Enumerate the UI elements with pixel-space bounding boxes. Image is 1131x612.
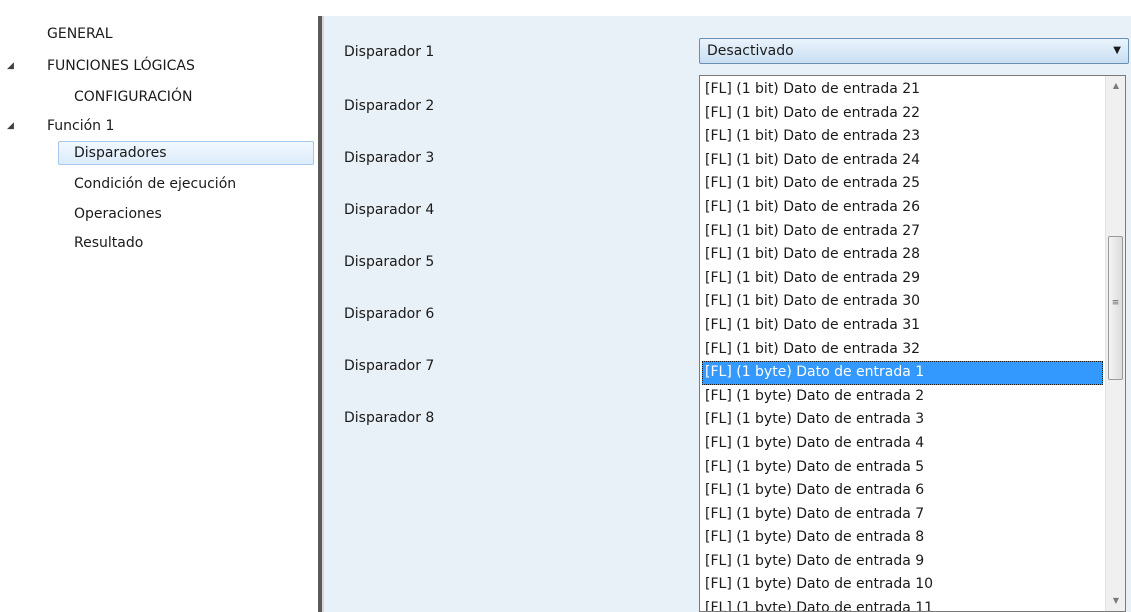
tree-item-label: Función 1 <box>47 118 115 134</box>
scroll-down-icon[interactable]: ▼ <box>1106 593 1125 609</box>
tree-item-label: CONFIGURACIÓN <box>74 89 193 105</box>
dropdown-option[interactable]: [FL] (1 bit) Dato de entrada 31 <box>702 314 1103 338</box>
dropdown-option[interactable]: [FL] (1 bit) Dato de entrada 30 <box>702 290 1103 314</box>
grip-icon: ≡ <box>1111 298 1120 308</box>
dropdown-option[interactable]: [FL] (1 byte) Dato de entrada 6 <box>702 479 1103 503</box>
dropdown-option[interactable]: [FL] (1 bit) Dato de entrada 26 <box>702 196 1103 220</box>
expand-arrow-icon[interactable]: ◢ <box>7 55 14 77</box>
trigger-label: Disparador 2 <box>344 98 435 114</box>
dropdown-option[interactable]: [FL] (1 bit) Dato de entrada 21 <box>702 78 1103 102</box>
trigger-label: Disparador 3 <box>344 150 435 166</box>
dropdown-option-selected[interactable]: [FL] (1 byte) Dato de entrada 1 <box>702 361 1103 385</box>
dropdown-option[interactable]: [FL] (1 byte) Dato de entrada 8 <box>702 526 1103 550</box>
dropdown-option[interactable]: [FL] (1 byte) Dato de entrada 7 <box>702 503 1103 527</box>
trigger-label: Disparador 5 <box>344 254 435 270</box>
dropdown-option[interactable]: [FL] (1 bit) Dato de entrada 28 <box>702 243 1103 267</box>
dropdown-option[interactable]: [FL] (1 byte) Dato de entrada 11 <box>702 597 1103 611</box>
tree-item-label: Resultado <box>74 235 144 251</box>
tree-item-configuracion[interactable]: CONFIGURACIÓN <box>74 86 192 108</box>
dropdown-option[interactable]: [FL] (1 byte) Dato de entrada 9 <box>702 550 1103 574</box>
dropdown-arrow-icon[interactable]: ▼ <box>1113 39 1121 63</box>
trigger-label: Disparador 6 <box>344 306 435 322</box>
tree-item-disparadores[interactable]: Disparadores <box>58 141 314 165</box>
trigger-label: Disparador 1 <box>344 44 435 60</box>
tree-item-funcion-1[interactable]: Función 1 <box>47 115 114 137</box>
trigger-label: Disparador 7 <box>344 358 435 374</box>
scroll-up-icon[interactable]: ▲ <box>1106 78 1125 94</box>
tree-item-condicion-ejecucion[interactable]: Condición de ejecución <box>74 173 236 195</box>
tree-item-general[interactable]: GENERAL <box>47 23 113 45</box>
tree-item-label: Operaciones <box>74 206 162 222</box>
trigger-label: Disparador 8 <box>344 410 435 426</box>
tree-item-label: Disparadores <box>74 145 167 161</box>
dropdown-option[interactable]: [FL] (1 bit) Dato de entrada 23 <box>702 125 1103 149</box>
combobox-value: Desactivado <box>707 43 794 59</box>
dropdown-option[interactable]: [FL] (1 byte) Dato de entrada 5 <box>702 456 1103 480</box>
tree-item-funciones-logicas[interactable]: FUNCIONES LÓGICAS <box>47 55 195 77</box>
scroll-thumb[interactable]: ≡ <box>1108 236 1123 380</box>
dropdown-option[interactable]: [FL] (1 bit) Dato de entrada 22 <box>702 102 1103 126</box>
dropdown-option[interactable]: [FL] (1 bit) Dato de entrada 32 <box>702 338 1103 362</box>
dropdown-option[interactable]: [FL] (1 byte) Dato de entrada 4 <box>702 432 1103 456</box>
dropdown-option[interactable]: [FL] (1 bit) Dato de entrada 25 <box>702 172 1103 196</box>
navigation-tree: GENERAL ◢ FUNCIONES LÓGICAS CONFIGURACIÓ… <box>0 0 318 612</box>
tree-item-label: GENERAL <box>47 26 113 42</box>
dropdown-option[interactable]: [FL] (1 bit) Dato de entrada 24 <box>702 149 1103 173</box>
tree-item-label: FUNCIONES LÓGICAS <box>47 58 195 74</box>
dropdown-option[interactable]: [FL] (1 byte) Dato de entrada 2 <box>702 385 1103 409</box>
trigger-1-combobox[interactable]: Desactivado ▼ <box>699 38 1129 64</box>
trigger-label: Disparador 4 <box>344 202 435 218</box>
dropdown-option[interactable]: [FL] (1 byte) Dato de entrada 10 <box>702 573 1103 597</box>
dropdown-option[interactable]: [FL] (1 bit) Dato de entrada 27 <box>702 220 1103 244</box>
dropdown-list[interactable]: [FL] (1 bit) Dato de entrada 21 [FL] (1 b… <box>699 75 1126 612</box>
tree-item-operaciones[interactable]: Operaciones <box>74 203 162 225</box>
parameter-panel: Disparador 1 Disparador 2 Disparador 3 D… <box>324 16 1131 612</box>
dropdown-option[interactable]: [FL] (1 byte) Dato de entrada 3 <box>702 408 1103 432</box>
vertical-scrollbar[interactable]: ▲ ≡ ▼ <box>1105 76 1125 611</box>
dropdown-option[interactable]: [FL] (1 bit) Dato de entrada 29 <box>702 267 1103 291</box>
tree-item-label: Condición de ejecución <box>74 176 237 192</box>
tree-item-resultado[interactable]: Resultado <box>74 232 143 254</box>
expand-arrow-icon[interactable]: ◢ <box>7 115 14 137</box>
option-list: [FL] (1 bit) Dato de entrada 21 [FL] (1 b… <box>702 78 1103 611</box>
